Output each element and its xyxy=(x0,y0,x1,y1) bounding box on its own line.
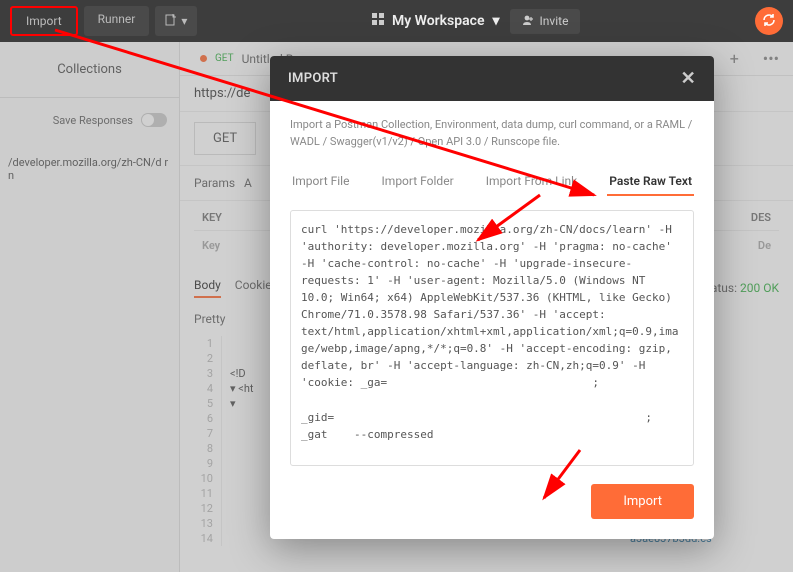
person-add-icon xyxy=(522,14,534,29)
history-item[interactable]: /developer.mozilla.org/zh-CN/d rn xyxy=(0,142,179,196)
new-dropdown-button[interactable]: ▾ xyxy=(155,6,197,36)
cookies-tab[interactable]: Cookie xyxy=(235,278,272,298)
unsaved-dot-icon xyxy=(200,55,207,62)
add-tab-button[interactable]: + xyxy=(722,45,747,72)
close-icon[interactable]: ✕ xyxy=(681,68,696,89)
modal-title: IMPORT xyxy=(288,71,338,86)
import-modal: IMPORT ✕ Import a Postman Collection, En… xyxy=(270,56,714,539)
raw-text-input[interactable] xyxy=(290,210,694,466)
sync-icon xyxy=(762,12,776,31)
import-link-tab[interactable]: Import From Link xyxy=(484,168,580,196)
workspace-selector[interactable]: My Workspace ▾ xyxy=(372,13,500,29)
save-responses-label: Save Responses xyxy=(53,114,133,127)
import-button[interactable]: Import xyxy=(10,6,78,36)
import-folder-tab[interactable]: Import Folder xyxy=(380,168,456,196)
sidebar: Collections Save Responses /developer.mo… xyxy=(0,42,180,572)
invite-button[interactable]: Invite xyxy=(510,9,581,34)
chevron-down-icon: ▾ xyxy=(492,13,499,29)
invite-label: Invite xyxy=(540,14,569,28)
workspace-label: My Workspace xyxy=(392,13,485,29)
desc-input[interactable]: De xyxy=(739,231,779,260)
pretty-view-button[interactable]: Pretty xyxy=(194,312,225,326)
method-selector[interactable]: GET xyxy=(194,122,256,155)
topbar: Import Runner ▾ My Workspace ▾ Invite xyxy=(0,0,793,42)
import-file-tab[interactable]: Import File xyxy=(290,168,351,196)
runner-button[interactable]: Runner xyxy=(84,6,150,36)
save-responses-row: Save Responses xyxy=(0,98,179,142)
chevron-down-icon: ▾ xyxy=(181,14,187,28)
tab-method: GET xyxy=(215,53,234,64)
body-tab[interactable]: Body xyxy=(194,278,221,298)
collections-tab[interactable]: Collections xyxy=(0,62,179,98)
file-plus-icon xyxy=(165,14,177,29)
sync-button[interactable] xyxy=(755,7,783,35)
tab-menu-button[interactable]: ••• xyxy=(755,45,787,72)
grid-icon xyxy=(372,13,384,29)
paste-raw-text-tab[interactable]: Paste Raw Text xyxy=(607,168,694,196)
import-submit-button[interactable]: Import xyxy=(591,484,694,519)
save-responses-toggle[interactable] xyxy=(141,113,167,127)
modal-description: Import a Postman Collection, Environment… xyxy=(290,117,694,150)
desc-column-header: DES xyxy=(739,205,779,230)
